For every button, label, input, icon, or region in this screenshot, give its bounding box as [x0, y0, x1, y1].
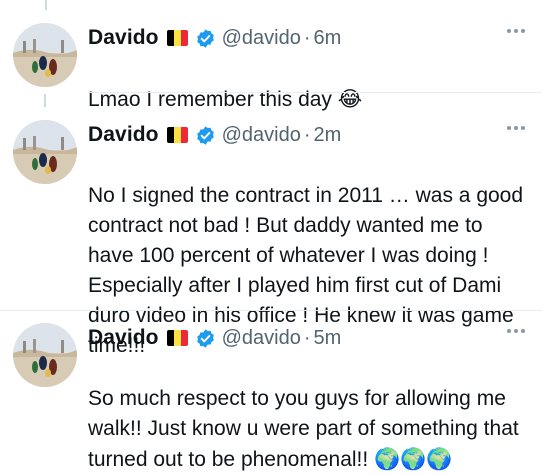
author-handle[interactable]: @davido	[222, 124, 301, 147]
timestamp[interactable]: 6m	[314, 27, 342, 50]
tweet-body: So much respect to you guys for allowing…	[88, 387, 519, 471]
author-handle[interactable]: @davido	[222, 327, 301, 350]
belgium-flag-icon	[166, 330, 188, 346]
separator-dot: ·	[303, 26, 311, 49]
belgium-flag-icon	[166, 30, 188, 46]
verified-badge-icon	[196, 125, 214, 145]
tweet-header: Davido @davido · 6m	[88, 23, 341, 53]
separator-dot: ·	[303, 326, 311, 349]
tweet[interactable]: Davido @davido · 2m No I signed the cont…	[0, 107, 542, 357]
verified-badge-icon	[196, 328, 214, 348]
thread-connector	[44, 94, 46, 107]
belgium-flag-icon	[166, 127, 188, 143]
timestamp[interactable]: 5m	[314, 327, 342, 350]
separator-dot: ·	[303, 123, 311, 146]
verified-badge-icon	[196, 28, 214, 48]
divider	[88, 92, 542, 93]
avatar[interactable]	[13, 120, 77, 184]
author-name[interactable]: Davido	[88, 26, 159, 50]
avatar[interactable]	[13, 323, 77, 387]
author-name[interactable]: Davido	[88, 123, 159, 147]
tweet-header: Davido @davido · 5m	[88, 323, 341, 353]
more-options-icon[interactable]	[507, 329, 525, 333]
author-name[interactable]: Davido	[88, 326, 159, 350]
more-options-icon[interactable]	[507, 29, 525, 33]
globe-emoji: 🌍🌍🌍	[374, 447, 453, 471]
more-options-icon[interactable]	[507, 126, 525, 130]
tweet-text: Lmao I remember this day 😂	[88, 54, 528, 115]
tweet-text: So much respect to you guys for allowing…	[88, 354, 528, 475]
tweet[interactable]: Davido @davido · 5m So much respect to y…	[0, 310, 542, 471]
author-handle[interactable]: @davido	[222, 27, 301, 50]
avatar[interactable]	[13, 23, 77, 87]
tweet-header: Davido @davido · 2m	[88, 120, 341, 150]
timestamp[interactable]: 2m	[314, 124, 342, 147]
thread-connector-top	[45, 0, 47, 10]
